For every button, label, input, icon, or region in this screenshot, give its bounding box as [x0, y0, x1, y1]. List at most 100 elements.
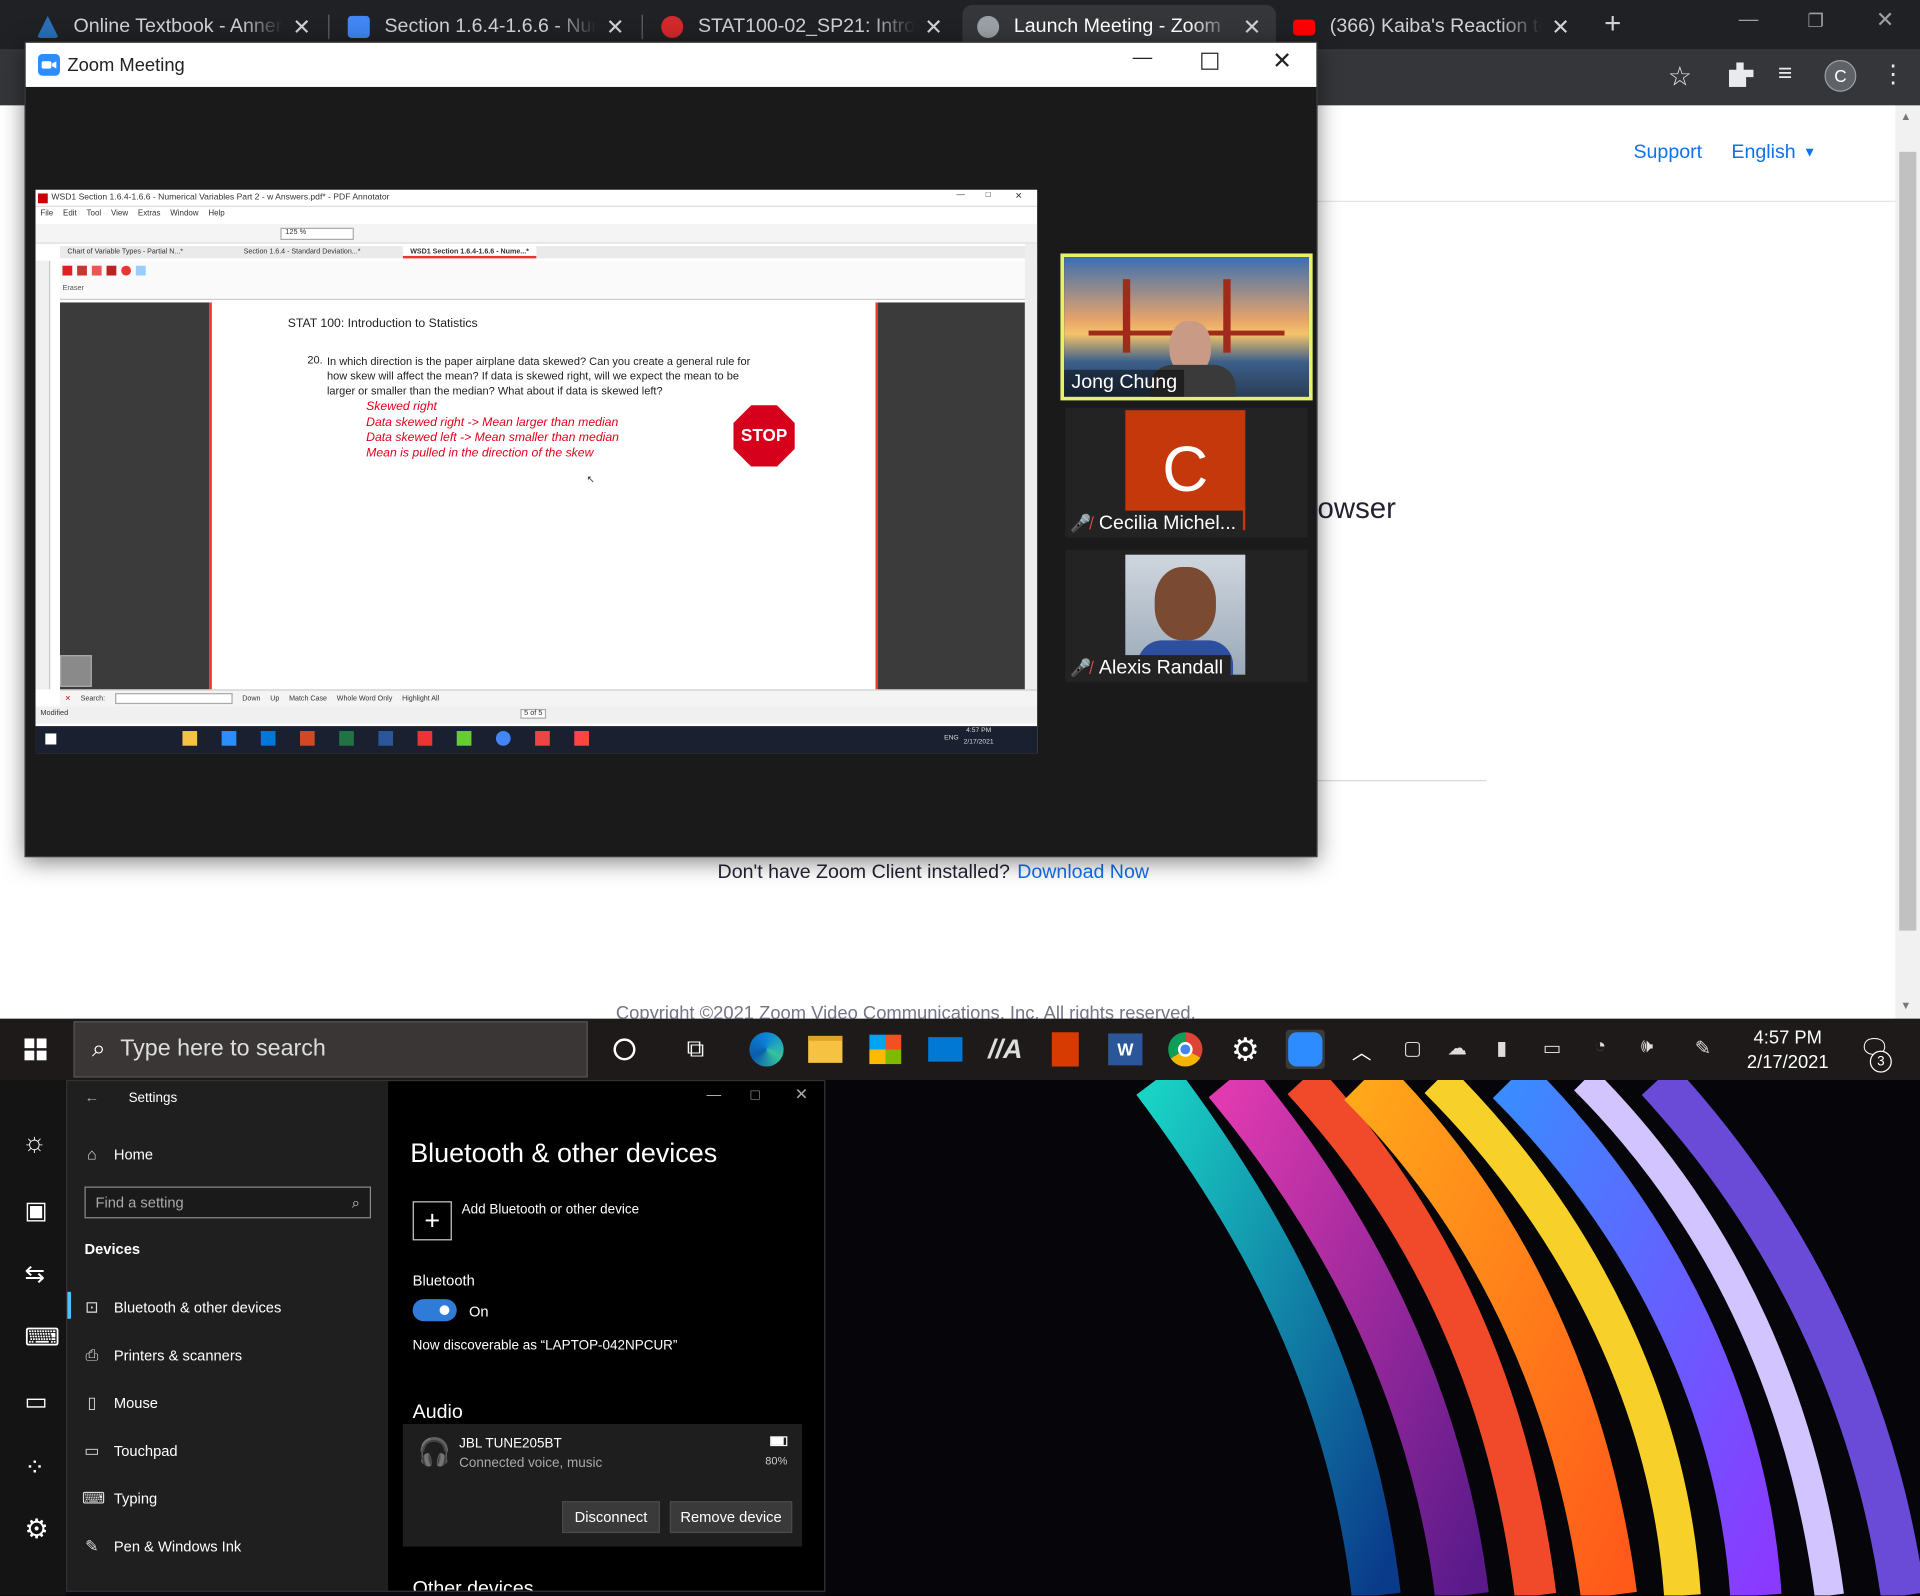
wifi-icon[interactable]: ◔ — [1594, 1036, 1606, 1058]
menu-window[interactable]: Window — [170, 209, 198, 218]
browser-tab-youtube[interactable]: (366) Kaiba's Reaction to D ✕ — [1278, 5, 1584, 49]
pen-tool-icon[interactable] — [62, 265, 73, 276]
zoom-taskbar-icon[interactable] — [1285, 1029, 1325, 1069]
nav-pen[interactable]: ✎ Pen & Windows Ink — [82, 1537, 241, 1557]
disconnect-button[interactable]: Disconnect — [562, 1501, 661, 1534]
zoom-level-field[interactable]: 125 % — [280, 227, 354, 241]
extensions-puzzle-icon[interactable] — [1728, 62, 1754, 87]
menu-view[interactable]: View — [111, 209, 128, 218]
office-icon[interactable] — [1046, 1030, 1085, 1069]
add-device-button[interactable]: Add Bluetooth or other device — [462, 1202, 639, 1217]
close-browser-icon[interactable]: ✕ — [1876, 7, 1894, 33]
find-setting-input[interactable]: Find a setting ⌕ — [84, 1186, 372, 1219]
download-now-link[interactable]: Download Now — [1017, 862, 1149, 884]
scroll-up-icon[interactable]: ▲ — [1900, 110, 1911, 122]
highlighter-tool-icon[interactable] — [91, 265, 102, 276]
media-control-icon[interactable]: ≡ — [1778, 60, 1792, 88]
restore-browser-icon[interactable]: ❐ — [1807, 10, 1823, 32]
scroll-down-icon[interactable]: ▼ — [1900, 999, 1911, 1011]
battery-icon[interactable]: ▭ — [1543, 1036, 1562, 1060]
nav-bluetooth[interactable]: ⊡ Bluetooth & other devices — [82, 1298, 281, 1318]
task-view-icon[interactable]: ⧉ — [676, 1030, 715, 1069]
close-search-icon[interactable]: ✕ — [65, 695, 71, 702]
pdf-tab-1[interactable]: Chart of Variable Types - Partial N...* — [67, 249, 183, 256]
search-down-button[interactable]: Down — [242, 695, 260, 702]
whole-word-option[interactable]: Whole Word Only — [337, 695, 393, 702]
show-hidden-icons-icon[interactable]: ︿ — [1352, 1036, 1372, 1065]
profile-avatar[interactable]: C — [1824, 60, 1857, 92]
minimize-icon[interactable]: — — [1133, 48, 1153, 70]
bookmark-star-icon[interactable]: ☆ — [1668, 61, 1692, 93]
pdf-minimize-icon[interactable]: — — [956, 191, 965, 200]
nav-mouse[interactable]: ▯ Mouse — [82, 1393, 158, 1413]
settings-minimize-icon[interactable]: — — [707, 1086, 722, 1103]
pdf-close-icon[interactable]: ✕ — [1015, 191, 1022, 201]
keyboard-icon[interactable]: ⌨ — [24, 1322, 59, 1353]
pdf-search-input[interactable] — [114, 693, 233, 705]
nav-touchpad[interactable]: ▭ Touchpad — [82, 1441, 177, 1461]
device-icon[interactable]: ▣ — [24, 1195, 47, 1226]
edge-icon[interactable] — [747, 1030, 786, 1069]
close-tab-icon[interactable]: ✕ — [1243, 14, 1261, 40]
pdf-scrollbar[interactable] — [1024, 243, 1038, 690]
pdf-maximize-icon[interactable]: □ — [986, 191, 991, 200]
volume-icon[interactable]: 🕪 — [1641, 1036, 1653, 1058]
marker-tool-icon[interactable] — [77, 265, 87, 276]
close-icon[interactable]: ✕ — [1272, 48, 1291, 76]
settings-maximize-icon[interactable]: □ — [751, 1086, 760, 1103]
close-tab-icon[interactable]: ✕ — [1551, 14, 1569, 40]
scroll-thumb[interactable] — [1899, 151, 1917, 931]
start-button[interactable] — [24, 1038, 47, 1061]
app-icon[interactable]: //A — [986, 1030, 1025, 1069]
pen-workspace-icon[interactable]: ✎ — [1695, 1036, 1711, 1060]
thumbnail-icon[interactable] — [60, 655, 92, 687]
participant-tile-active[interactable]: Jong Chung — [1060, 253, 1313, 401]
language-selector[interactable]: English ▼ — [1731, 142, 1816, 164]
word-icon[interactable]: W — [1106, 1030, 1145, 1069]
participant-tile[interactable]: 🎤̸ Alexis Randall — [1065, 549, 1308, 683]
settings-gear-icon[interactable]: ⚙ — [1226, 1030, 1265, 1069]
microphone-icon[interactable]: ▮ — [1496, 1036, 1507, 1060]
settings-close-icon[interactable]: ✕ — [795, 1085, 808, 1105]
bluetooth-toggle[interactable] — [412, 1299, 457, 1322]
page-scrollbar[interactable]: ▲ ▼ — [1895, 105, 1920, 1019]
microsoft-store-icon[interactable] — [866, 1030, 905, 1069]
browser-menu-icon[interactable]: ⋮ — [1881, 59, 1905, 90]
menu-edit[interactable]: Edit — [63, 209, 77, 218]
taskbar-clock[interactable]: 4:57 PM 2/17/2021 — [1739, 1026, 1837, 1075]
laptop-icon[interactable]: ▭ — [24, 1386, 47, 1417]
link-icon[interactable]: ⇆ — [24, 1259, 45, 1290]
participant-tile[interactable]: C 🎤̸ Cecilia Michel... — [1065, 407, 1308, 538]
taskbar-search-box[interactable]: ⌕ Type here to search — [73, 1021, 588, 1078]
menu-extras[interactable]: Extras — [138, 209, 161, 218]
maximize-icon[interactable] — [1201, 52, 1219, 70]
menu-tool[interactable]: Tool — [87, 209, 102, 218]
close-tab-icon[interactable]: ✕ — [606, 14, 624, 40]
cortana-icon[interactable] — [605, 1030, 644, 1069]
nav-printers[interactable]: ⎙ Printers & scanners — [82, 1346, 242, 1366]
settings-gear-icon[interactable]: ⚙ — [24, 1513, 48, 1545]
remove-device-button[interactable]: Remove device — [669, 1501, 793, 1534]
menu-file[interactable]: File — [40, 209, 53, 218]
brightness-icon[interactable]: ☼ — [22, 1127, 47, 1159]
eraser-tool-icon[interactable] — [135, 265, 146, 276]
pdf-tab-3[interactable]: WSD1 Section 1.6.4-1.6.6 - Nume...* — [402, 246, 537, 259]
minimize-browser-icon[interactable]: — — [1739, 10, 1759, 32]
line-tool-icon[interactable] — [106, 265, 117, 276]
mail-icon[interactable] — [926, 1030, 965, 1069]
file-explorer-icon[interactable] — [806, 1030, 845, 1069]
new-tab-button[interactable]: + — [1604, 7, 1621, 41]
close-tab-icon[interactable]: ✕ — [293, 14, 311, 40]
home-nav[interactable]: ⌂ Home — [82, 1145, 153, 1163]
menu-help[interactable]: Help — [208, 209, 224, 218]
nav-typing[interactable]: ⌨ Typing — [82, 1489, 157, 1509]
close-tab-icon[interactable]: ✕ — [924, 14, 942, 40]
page-indicator[interactable]: 5 of 5 — [520, 708, 547, 719]
search-up-button[interactable]: Up — [270, 695, 279, 702]
audio-device-card[interactable]: 🎧 JBL TUNE205BT Connected voice, music 8… — [402, 1424, 803, 1547]
pdf-tab-2[interactable]: Section 1.6.4 - Standard Deviation...* — [244, 249, 361, 256]
apps-icon[interactable]: ⁘ — [24, 1452, 45, 1483]
highlight-all-option[interactable]: Highlight All — [402, 695, 439, 702]
add-device-plus-icon[interactable]: + — [412, 1201, 452, 1241]
support-link[interactable]: Support — [1633, 142, 1702, 164]
